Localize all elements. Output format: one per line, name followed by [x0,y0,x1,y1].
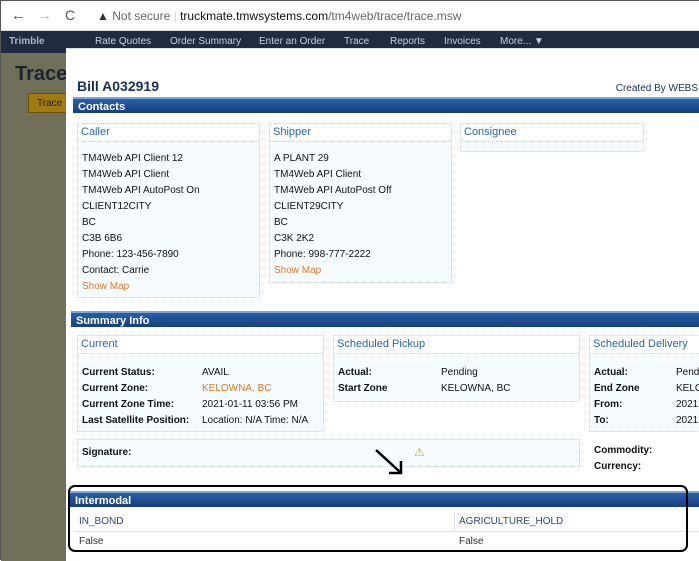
caller-line: TM4Web API Client 12 [82,153,183,164]
shipper-line: CLIENT29CITY [274,201,344,212]
forward-button[interactable]: → [37,7,52,24]
summary-header: Summary Info [71,311,699,327]
trimble-logo: Trimble [9,36,45,47]
caller-line: TM4Web API AutoPost On [82,185,200,196]
shipper-line: BC [274,217,288,228]
delivery-title: Scheduled Delivery [590,336,699,354]
current-title: Current [78,336,323,354]
pickup-label: Actual: [338,367,372,378]
nav-reports[interactable]: Reports [390,36,425,47]
nav-invoices[interactable]: Invoices [444,36,481,47]
current-value: AVAIL [202,367,229,378]
caller-line: TM4Web API Client [82,169,170,180]
caller-line: BC [82,217,96,228]
caller-line: CLIENT12CITY [82,201,152,212]
delivery-label: To: [594,415,609,426]
reload-button[interactable]: C [65,7,75,23]
shipper-line: A PLANT 29 [274,153,329,164]
caller-line: C3B 6B6 [82,233,123,244]
currency-label: Currency: [594,461,642,472]
nav-enter-order[interactable]: Enter an Order [259,36,325,47]
background-title: Trace [15,63,68,85]
delivery-value: 2021 [676,415,699,426]
delivery-label: Actual: [594,367,628,378]
security-label: Not secure [112,9,171,23]
commodity-label: Commodity: [594,445,653,456]
shipper-title: Shipper [270,124,451,142]
url-host: truckmate.tmwsystems.com [180,9,329,23]
shipper-line: TM4Web API Client [274,169,362,180]
current-label: Current Zone Time: [82,399,175,410]
warning-icon: ▲ [97,9,109,23]
arrow-annotation-icon [375,449,403,475]
bill-title: Bill A032919 [77,78,159,94]
nav-rate-quotes[interactable]: Rate Quotes [95,36,151,47]
current-value[interactable]: KELOWNA, BC [202,383,271,394]
current-value: 2021-01-11 03:56 PM [202,399,298,410]
created-by: Created By WEBS [615,83,698,94]
shipper-line: C3K 2K2 [274,233,315,244]
browser-toolbar: ← → C ▲ Not secure | truckmate.tmwsystem… [1,1,699,31]
warning-icon: ⚠ [414,445,425,459]
background-trace-button: Trace [28,93,68,113]
current-value: Location: N/A Time: N/A [202,415,309,426]
nav-order-summary[interactable]: Order Summary [170,36,241,47]
caller-line: Phone: 123-456-7890 [82,249,179,260]
highlight-frame [68,485,688,552]
url-path: /tm4web/trace/trace.msw [328,9,462,23]
caller-title: Caller [78,124,259,142]
delivery-value: 2021 [676,399,699,410]
shipper-line: TM4Web API AutoPost Off [274,185,392,196]
signature-box [77,439,580,467]
shipper-show-map-link[interactable]: Show Map [274,265,321,276]
caller-line: Contact: Carrie [82,265,150,276]
pickup-value: Pending [441,367,478,378]
current-label: Current Status: [82,367,155,378]
shipper-line: Phone: 998-777-2222 [274,249,371,260]
current-label: Last Satellite Position: [82,415,190,426]
pickup-title: Scheduled Pickup [334,336,579,354]
address-bar[interactable]: ▲ Not secure | truckmate.tmwsystems.com/… [97,9,461,23]
pickup-label: Start Zone [338,383,388,394]
consignee-box: Consignee [460,123,644,152]
contacts-header: Contacts [73,97,699,113]
caller-show-map-link[interactable]: Show Map [82,281,129,292]
delivery-label: From: [594,399,623,410]
current-label: Current Zone: [82,383,149,394]
nav-more[interactable]: More... ▼ [500,36,544,47]
back-button[interactable]: ← [11,7,26,24]
delivery-value: Pend [676,367,699,378]
consignee-title: Consignee [461,124,643,142]
nav-trace[interactable]: Trace [344,36,369,47]
signature-label: Signature: [82,447,132,458]
delivery-value: KELO [676,383,699,394]
pickup-value: KELOWNA, BC [441,383,511,394]
delivery-label: End Zone [594,383,640,394]
